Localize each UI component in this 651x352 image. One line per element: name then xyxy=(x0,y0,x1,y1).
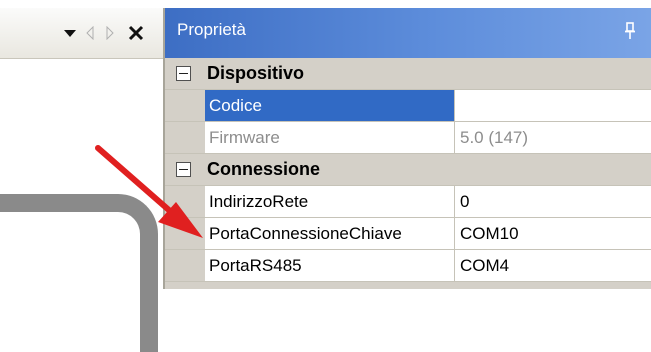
property-row-firmware[interactable]: Firmware 5.0 (147) xyxy=(165,122,651,154)
property-row-codice[interactable]: Codice xyxy=(165,90,651,122)
property-name: Firmware xyxy=(209,128,280,147)
property-value: COM4 xyxy=(460,256,510,275)
properties-title-bar: Proprietà xyxy=(165,8,651,58)
designer-surface-shape xyxy=(0,194,158,352)
tab-list-dropdown-button[interactable] xyxy=(60,22,80,44)
property-row-portars485[interactable]: PortaRS485 COM4 xyxy=(165,250,651,282)
pin-button[interactable] xyxy=(619,18,641,44)
property-value-cell[interactable] xyxy=(455,90,651,121)
property-value: 0 xyxy=(460,192,470,211)
property-name-cell[interactable]: PortaConnessioneChiave xyxy=(205,218,455,249)
pin-icon xyxy=(625,22,635,39)
property-value: COM10 xyxy=(460,224,519,243)
property-value-cell[interactable]: COM10 xyxy=(455,218,651,249)
document-tab-bar xyxy=(0,8,163,59)
category-label: Connessione xyxy=(207,159,321,179)
chevron-down-icon xyxy=(64,30,76,37)
property-name: Codice xyxy=(209,96,262,115)
property-name: IndirizzoRete xyxy=(209,192,309,211)
category-label: Dispositivo xyxy=(207,63,305,83)
collapse-icon[interactable] xyxy=(176,66,191,81)
property-value-cell[interactable]: COM4 xyxy=(455,250,651,281)
properties-title: Proprietà xyxy=(177,20,246,39)
property-value-cell: 5.0 (147) xyxy=(455,122,651,153)
category-row-dispositivo[interactable]: Dispositivo xyxy=(165,58,651,90)
scroll-tabs-left-button[interactable] xyxy=(82,22,98,44)
property-name: PortaConnessioneChiave xyxy=(209,224,402,243)
property-name-cell[interactable]: Codice xyxy=(205,90,455,121)
property-row-portaconnessionechiave[interactable]: PortaConnessioneChiave COM10 xyxy=(165,218,651,250)
property-row-indirizzorete[interactable]: IndirizzoRete 0 xyxy=(165,186,651,218)
scroll-tabs-right-button[interactable] xyxy=(102,22,118,44)
chevron-right-icon xyxy=(106,26,114,40)
property-name: PortaRS485 xyxy=(209,256,302,275)
property-value-cell[interactable]: 0 xyxy=(455,186,651,217)
property-name-cell[interactable]: IndirizzoRete xyxy=(205,186,455,217)
close-document-button[interactable] xyxy=(124,22,148,44)
document-pane xyxy=(0,0,163,352)
property-value: 5.0 (147) xyxy=(460,128,529,147)
property-grid: Dispositivo Codice Firmware 5.0 (147) Co… xyxy=(165,58,651,282)
chevron-left-icon xyxy=(86,26,94,40)
category-row-connessione[interactable]: Connessione xyxy=(165,154,651,186)
property-name-cell[interactable]: PortaRS485 xyxy=(205,250,455,281)
property-name-cell[interactable]: Firmware xyxy=(205,122,455,153)
properties-pane: Proprietà Dispositivo Codice Firmware 5.… xyxy=(163,8,651,289)
collapse-icon[interactable] xyxy=(176,162,191,177)
close-icon xyxy=(128,25,144,41)
